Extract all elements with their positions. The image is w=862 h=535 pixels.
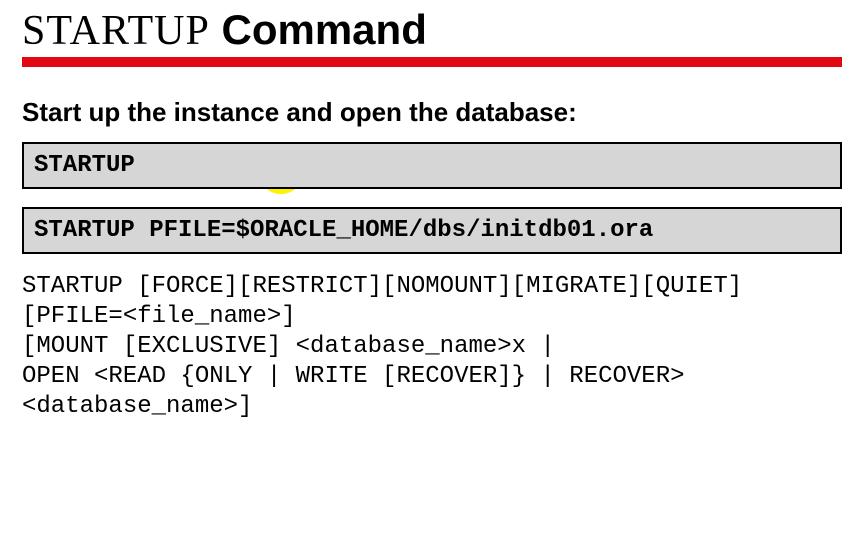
title-word-startup: STARTUP xyxy=(22,8,210,54)
title-underline xyxy=(22,57,842,67)
sub-heading: Start up the instance and open the datab… xyxy=(22,97,842,128)
code-example-startup-pfile: STARTUP PFILE=$ORACLE_HOME/dbs/initdb01.… xyxy=(22,207,842,254)
slide: STARTUP Command Start up the instance an… xyxy=(0,0,862,535)
command-syntax: STARTUP [FORCE][RESTRICT][NOMOUNT][MIGRA… xyxy=(22,272,842,422)
page-title: STARTUP Command xyxy=(22,8,842,53)
title-word-command: Command xyxy=(222,6,427,53)
code-example-startup: STARTUP xyxy=(22,142,842,189)
